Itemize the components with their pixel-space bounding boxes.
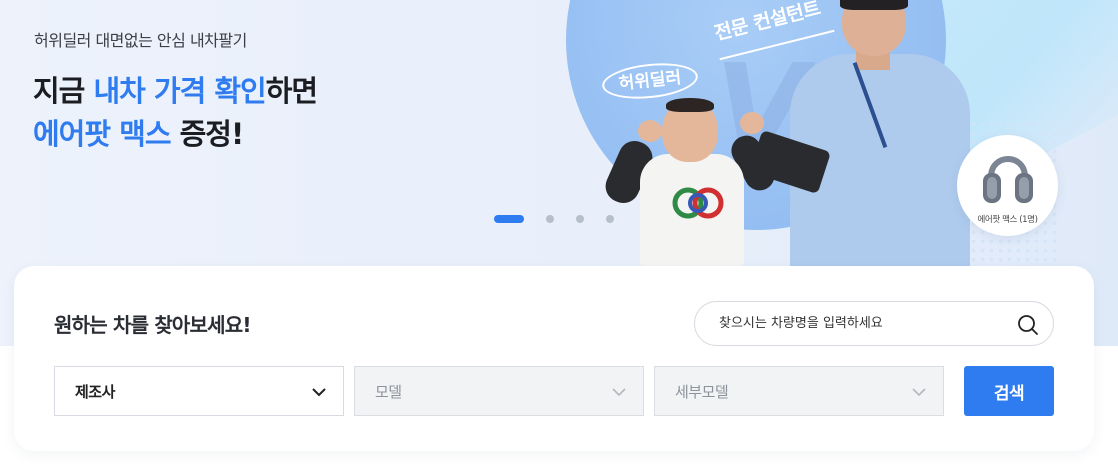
chevron-down-icon <box>912 388 926 397</box>
manufacturer-select[interactable]: 제조사 <box>54 366 344 416</box>
carousel-dot-2[interactable] <box>546 215 554 223</box>
search-icon[interactable] <box>1017 314 1039 336</box>
model-select-label: 모델 <box>375 382 402 401</box>
search-input[interactable] <box>719 302 1009 345</box>
headline-line-1: 지금 내차 가격 확인하면 <box>33 74 318 108</box>
fake-dealer-figure <box>600 98 780 266</box>
carousel-dot-3[interactable] <box>576 215 584 223</box>
manufacturer-select-label: 제조사 <box>75 382 115 401</box>
shirt-logo-graphic <box>672 187 724 219</box>
car-search-card: 원하는 차를 찾아보세요! 제조사 모델 세부모델 검색 <box>14 266 1094 451</box>
search-button[interactable]: 검색 <box>964 366 1054 416</box>
airpods-prize-badge: 에어팟 맥스 (1명) <box>957 135 1058 236</box>
hero-headline: 지금 내차 가격 확인하면 에어팟 맥스 증정! <box>33 70 318 156</box>
carousel-indicator <box>494 215 614 223</box>
consultant-figure <box>748 0 990 266</box>
carousel-dot-1[interactable] <box>494 215 524 223</box>
airpods-max-icon <box>983 156 1033 203</box>
headline-highlight-price: 내차 가격 확인 <box>93 74 266 108</box>
search-box[interactable] <box>694 301 1054 346</box>
headline-highlight-airpods: 에어팟 맥스 <box>33 117 171 151</box>
search-card-title: 원하는 차를 찾아보세요! <box>54 313 251 337</box>
chevron-down-icon <box>312 388 326 397</box>
airpods-caption: 에어팟 맥스 (1명) <box>977 215 1038 225</box>
model-select[interactable]: 모델 <box>354 366 644 416</box>
sub-model-select-label: 세부모델 <box>675 382 729 401</box>
sub-model-select[interactable]: 세부모델 <box>654 366 944 416</box>
headline-line-2: 에어팟 맥스 증정! <box>33 117 244 151</box>
hero-sub-copy: 허위딜러 대면없는 안심 내차팔기 <box>34 31 247 50</box>
chevron-down-icon <box>612 388 626 397</box>
